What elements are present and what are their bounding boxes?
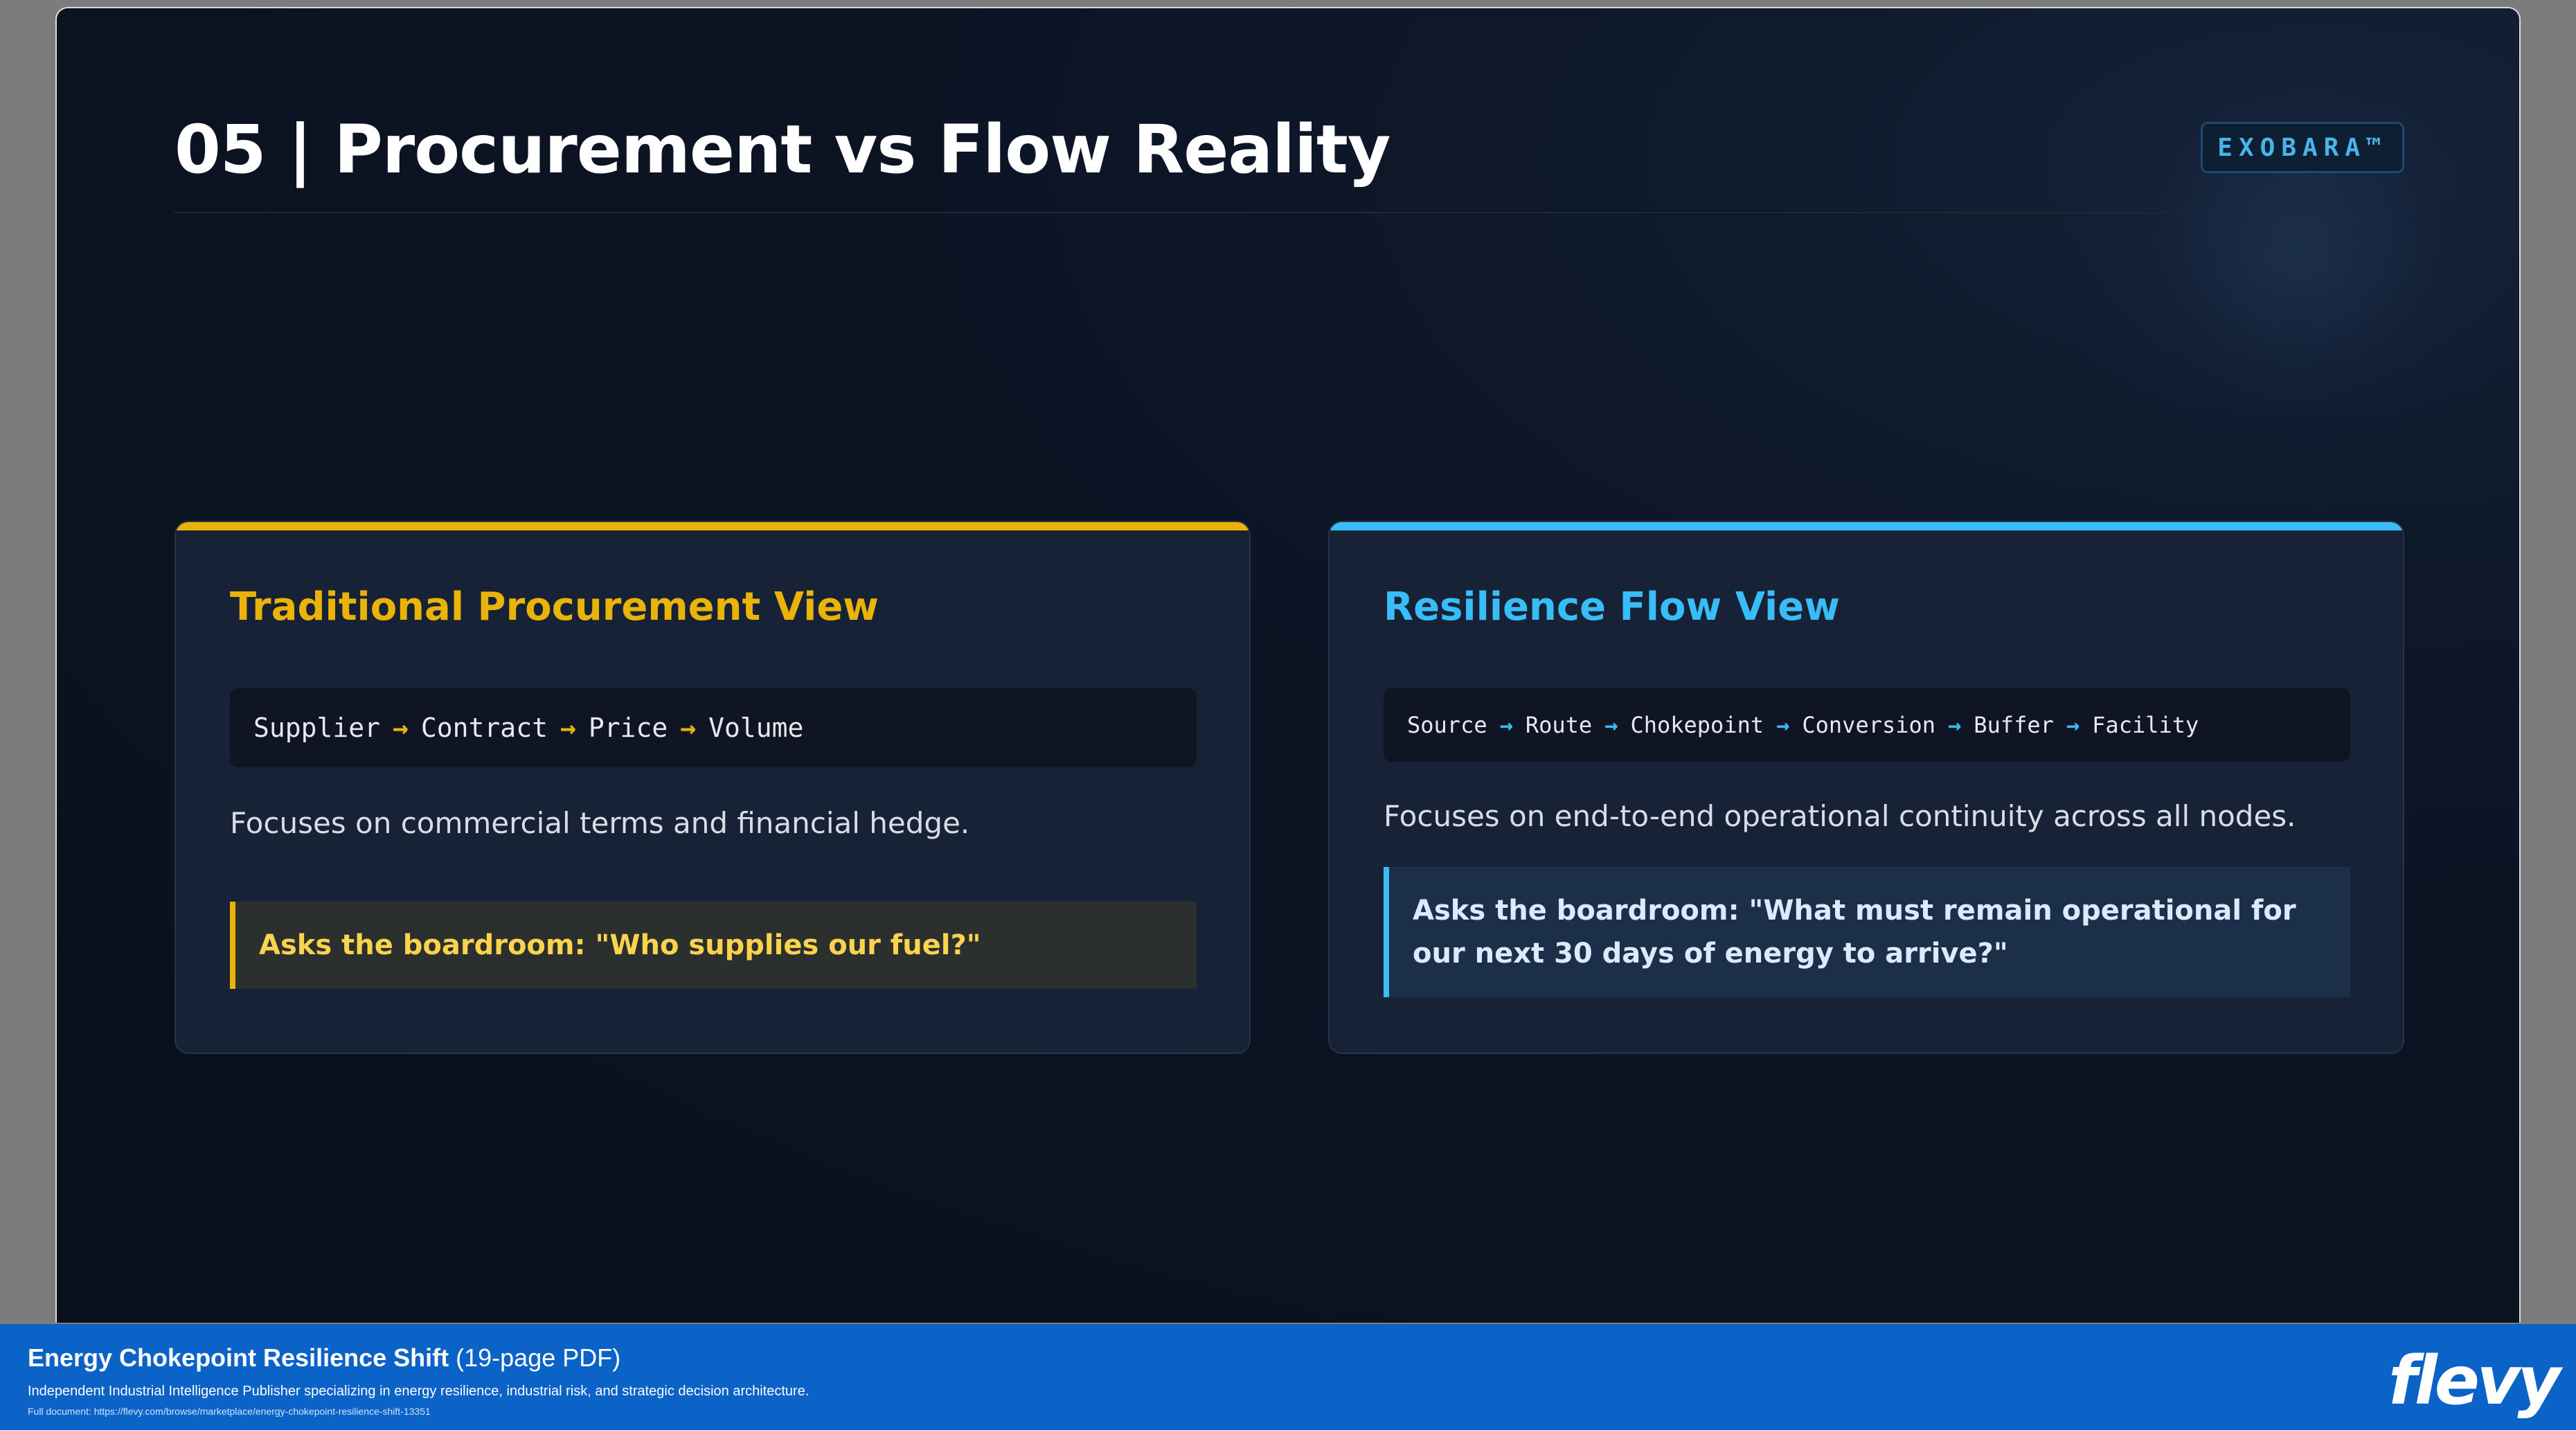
document-title-text[interactable]: Energy Chokepoint Resilience Shift (28, 1343, 449, 1372)
background-glow (2048, 36, 2519, 479)
arrow-right-icon: → (1499, 712, 1513, 738)
flow-step: Route (1525, 712, 1593, 738)
flevy-logo[interactable]: flevy (2388, 1342, 2561, 1420)
card-description: Focuses on end-to-end operational contin… (1384, 799, 2296, 833)
publisher-description: Independent Industrial Intelligence Publ… (28, 1384, 810, 1399)
arrow-right-icon: → (560, 713, 576, 743)
flow-step: Chokepoint (1630, 712, 1764, 738)
card-title: Traditional Procurement View (230, 584, 879, 629)
page-count: (19-page PDF) (456, 1343, 621, 1372)
arrow-right-icon: → (1948, 712, 1962, 738)
arrow-right-icon: → (2066, 712, 2080, 738)
slide: 05 | Procurement vs Flow Reality EXOBARA… (55, 7, 2521, 1323)
flow-step: Price (588, 713, 668, 743)
document-title[interactable]: Energy Chokepoint Resilience Shift (19-p… (28, 1343, 620, 1373)
boardroom-question: Asks the boardroom: "What must remain op… (1384, 867, 2350, 997)
flow-step: Volume (708, 713, 804, 743)
arrow-right-icon: → (680, 713, 697, 743)
arrow-right-icon: → (1776, 712, 1790, 738)
card-title: Resilience Flow View (1384, 584, 1840, 629)
brand-badge: EXOBARA™ (2201, 122, 2404, 173)
flow-step: Supplier (253, 713, 381, 743)
flow-chain: Source → Route → Chokepoint → Conversion… (1384, 688, 2350, 762)
flow-step: Contract (420, 713, 548, 743)
flow-step: Facility (2092, 712, 2199, 738)
title-divider (175, 212, 2404, 213)
arrow-right-icon: → (1604, 712, 1618, 738)
traditional-procurement-card: Traditional Procurement View Supplier → … (175, 521, 1251, 1054)
document-link[interactable]: Full document: https://flevy.com/browse/… (28, 1406, 431, 1417)
document-info-footer: Energy Chokepoint Resilience Shift (19-p… (0, 1324, 2576, 1430)
card-accent-bar (176, 522, 1249, 530)
arrow-right-icon: → (393, 713, 409, 743)
resilience-flow-card: Resilience Flow View Source → Route → Ch… (1328, 521, 2404, 1054)
card-accent-bar (1330, 522, 2403, 530)
document-viewer: 05 | Procurement vs Flow Reality EXOBARA… (0, 0, 2576, 1430)
flow-chain: Supplier → Contract → Price → Volume (230, 688, 1197, 767)
slide-title: 05 | Procurement vs Flow Reality (175, 111, 1390, 188)
card-description: Focuses on commercial terms and financia… (230, 806, 970, 840)
flow-step: Source (1407, 712, 1487, 738)
flow-step: Conversion (1802, 712, 1936, 738)
flow-step: Buffer (1974, 712, 2054, 738)
boardroom-question: Asks the boardroom: "Who supplies our fu… (230, 902, 1197, 989)
